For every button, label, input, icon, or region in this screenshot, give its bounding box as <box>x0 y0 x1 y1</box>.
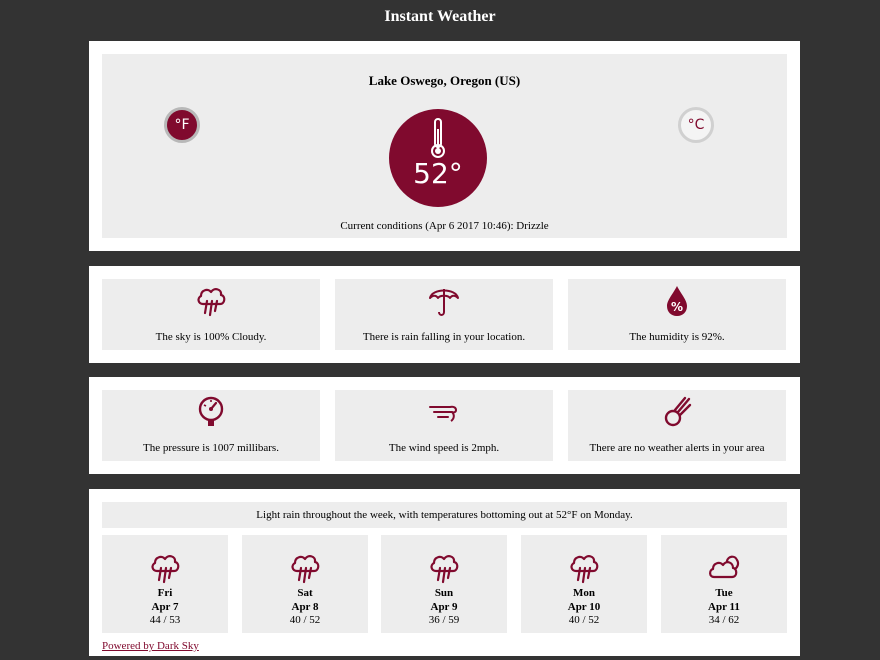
cloud-cover-card: The sky is 100% Cloudy. <box>102 279 320 350</box>
thermometer-icon <box>431 118 445 158</box>
forecast-day-card: Sat Apr 8 40 / 52 <box>242 535 368 633</box>
forecast-day-card: Tue Apr 11 34 / 62 <box>661 535 787 633</box>
forecast-day-card: Mon Apr 10 40 / 52 <box>521 535 647 633</box>
forecast-day-date: Apr 10 <box>567 601 601 613</box>
app-title: Instant Weather <box>384 8 496 25</box>
forecast-day-date: Apr 7 <box>151 601 179 613</box>
current-conditions-panel: Lake Oswego, Oregon (US) °F °C 52° Curre… <box>89 41 800 251</box>
forecast-day-date: Apr 8 <box>291 601 319 613</box>
details-row-1: The sky is 100% Cloudy. There is rain fa… <box>89 266 800 363</box>
rain-cloud-icon <box>151 555 180 584</box>
forecast-day-date: Apr 11 <box>708 601 740 613</box>
rain-cloud-icon <box>430 555 459 584</box>
forecast-day-name: Sun <box>434 587 454 599</box>
barometer-icon <box>198 396 224 426</box>
forecast-day-name: Mon <box>573 587 595 599</box>
umbrella-icon <box>429 289 459 316</box>
cloud-cover-text: The sky is 100% Cloudy. <box>155 331 267 343</box>
wind-icon <box>429 405 458 422</box>
current-temperature: 52° <box>413 157 463 190</box>
powered-by-dark-sky-link[interactable]: Powered by Dark Sky <box>102 640 199 652</box>
current-temperature-badge: 52° <box>389 109 487 207</box>
current-conditions-card: Lake Oswego, Oregon (US) °F °C 52° Curre… <box>102 54 787 238</box>
forecast-day-range: 40 / 52 <box>568 614 600 626</box>
wind-text: The wind speed is 2mph. <box>388 442 500 454</box>
humidity-card: % The humidity is 92%. <box>568 279 786 350</box>
forecast-day-range: 36 / 59 <box>428 614 460 626</box>
location-name: Lake Oswego, Oregon (US) <box>368 73 521 88</box>
forecast-day-date: Apr 9 <box>430 601 458 613</box>
precipitation-card: There is rain falling in your location. <box>335 279 553 350</box>
forecast-day-range: 34 / 62 <box>708 614 740 626</box>
comet-icon <box>664 396 692 427</box>
forecast-day-card: Fri Apr 7 44 / 53 <box>102 535 228 633</box>
forecast-day-name: Sat <box>297 587 313 599</box>
rain-cloud-icon <box>291 555 320 584</box>
forecast-day-card: Sun Apr 9 36 / 59 <box>381 535 507 633</box>
humidity-text: The humidity is 92%. <box>629 331 725 343</box>
svg-text:%: % <box>671 300 683 314</box>
cloudy-icon <box>709 555 740 579</box>
forecast-day-name: Tue <box>715 587 733 599</box>
alerts-card: There are no weather alerts in your area <box>568 390 786 461</box>
pressure-text: The pressure is 1007 millibars. <box>143 442 279 454</box>
forecast-day-name: Fri <box>157 587 173 599</box>
wind-card: The wind speed is 2mph. <box>335 390 553 461</box>
fahrenheit-toggle-button[interactable]: °F <box>164 107 200 143</box>
humidity-icon: % <box>667 286 687 316</box>
forecast-summary: Light rain throughout the week, with tem… <box>102 502 787 528</box>
forecast-panel: Light rain throughout the week, with tem… <box>89 489 800 656</box>
current-conditions-text: Current conditions (Apr 6 2017 10:46): D… <box>340 220 549 232</box>
alerts-text: There are no weather alerts in your area <box>589 442 765 454</box>
precipitation-text: There is rain falling in your location. <box>362 331 526 343</box>
forecast-day-range: 40 / 52 <box>289 614 321 626</box>
rain-cloud-icon <box>197 288 226 317</box>
pressure-card: The pressure is 1007 millibars. <box>102 390 320 461</box>
celsius-toggle-button[interactable]: °C <box>678 107 714 143</box>
rain-cloud-icon <box>570 555 599 584</box>
details-row-2: The pressure is 1007 millibars. The wind… <box>89 377 800 474</box>
forecast-day-range: 44 / 53 <box>149 614 181 626</box>
